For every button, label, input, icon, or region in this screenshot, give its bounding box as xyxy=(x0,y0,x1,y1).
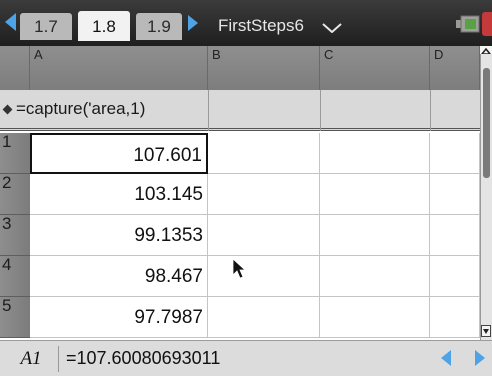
column-header-c[interactable]: C xyxy=(320,46,430,90)
cell-b5[interactable] xyxy=(208,297,320,338)
column-header-a[interactable]: A xyxy=(30,46,208,90)
row-header-4[interactable]: 4 xyxy=(0,256,30,297)
entry-input[interactable]: =107.60080693011 xyxy=(66,344,426,372)
nav-right-icon[interactable] xyxy=(188,15,198,31)
cell-c5[interactable] xyxy=(320,297,430,338)
cell-b1[interactable] xyxy=(208,133,320,174)
row-header-5[interactable]: 5 xyxy=(0,297,30,338)
cell-d4[interactable] xyxy=(430,256,480,297)
title-bar: 1.7 1.8 1.9 FirstSteps6 xyxy=(0,0,492,46)
column-header-row: A B C D xyxy=(0,46,480,90)
cell-b2[interactable] xyxy=(208,174,320,215)
cell-reference: A1 xyxy=(4,346,59,372)
scrollbar-thumb[interactable] xyxy=(483,68,490,178)
cell-b4[interactable] xyxy=(208,256,320,297)
entry-line: A1 =107.60080693011 xyxy=(0,340,492,376)
tab-1-7[interactable]: 1.7 xyxy=(20,13,72,40)
tab-1-8[interactable]: 1.8 xyxy=(78,11,130,41)
column-a-formula[interactable]: =capture('area,1) xyxy=(16,90,145,128)
cell-c2[interactable] xyxy=(320,174,430,215)
cell-c1[interactable] xyxy=(320,133,430,174)
cell-d3[interactable] xyxy=(430,215,480,256)
formula-divider xyxy=(430,90,431,131)
column-header-b[interactable]: B xyxy=(208,46,320,90)
chevron-down-icon[interactable] xyxy=(322,23,342,33)
cell-d1[interactable] xyxy=(430,133,480,174)
column-formula-row[interactable]: =capture('area,1) xyxy=(0,90,480,131)
row-header-2[interactable]: 2 xyxy=(0,174,30,215)
tab-1-9[interactable]: 1.9 xyxy=(136,13,182,40)
cell-a1[interactable]: 107.601 xyxy=(30,133,208,174)
cell-a3[interactable]: 99.1353 xyxy=(30,215,208,256)
formula-divider xyxy=(320,90,321,131)
cell-d5[interactable] xyxy=(430,297,480,338)
corner-header xyxy=(0,46,30,90)
pointer-icon xyxy=(232,258,246,279)
cell-b3[interactable] xyxy=(208,215,320,256)
battery-icon xyxy=(456,15,480,33)
cell-c3[interactable] xyxy=(320,215,430,256)
nav-left-icon[interactable] xyxy=(5,13,16,31)
row-header-3[interactable]: 3 xyxy=(0,215,30,256)
cell-d2[interactable] xyxy=(430,174,480,215)
entry-prev-icon[interactable] xyxy=(440,349,452,367)
document-title[interactable]: FirstSteps6 xyxy=(218,13,304,39)
cell-a2[interactable]: 103.145 xyxy=(30,174,208,215)
entry-next-icon[interactable] xyxy=(474,349,486,367)
formula-divider xyxy=(208,90,209,131)
close-icon[interactable] xyxy=(482,12,492,36)
cell-a4[interactable]: 98.467 xyxy=(30,256,208,297)
spreadsheet-grid: A B C D =capture('area,1) 1 107.601 2 10… xyxy=(0,46,480,340)
column-header-d[interactable]: D xyxy=(430,46,480,90)
row-header-1[interactable]: 1 xyxy=(0,133,30,174)
diamond-icon xyxy=(2,104,13,115)
cell-a5[interactable]: 97.7987 xyxy=(30,297,208,338)
cell-c4[interactable] xyxy=(320,256,430,297)
scroll-down-icon[interactable] xyxy=(481,325,491,337)
